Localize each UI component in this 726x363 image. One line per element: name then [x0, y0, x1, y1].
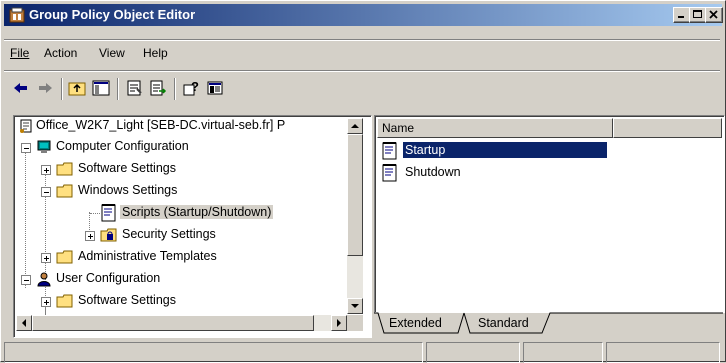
toolbar-separator: [61, 78, 63, 100]
tree-item-user-software-settings[interactable]: Software Settings: [14, 291, 344, 311]
tree-item-label: Computer Configuration: [56, 139, 189, 153]
toolbar-separator: [117, 78, 119, 100]
column-header-empty[interactable]: [613, 118, 722, 138]
scroll-thumb[interactable]: [347, 134, 363, 256]
policy-scroll-icon: [20, 119, 32, 133]
tree-item-label: Windows Settings: [78, 183, 178, 197]
status-cell-3: [523, 342, 603, 363]
minimize-icon: [678, 16, 684, 18]
gpo-app-icon: [9, 7, 25, 23]
expand-icon[interactable]: [41, 253, 51, 263]
folder-icon: [56, 294, 73, 308]
list-item-shutdown[interactable]: Shutdown: [379, 163, 609, 183]
close-button[interactable]: [705, 7, 723, 23]
up-folder-icon[interactable]: [68, 79, 86, 97]
tree-item-security-settings[interactable]: Security Settings: [14, 225, 344, 245]
menu-file-label: File: [10, 46, 30, 60]
maximize-icon: [693, 10, 702, 18]
tree-item-label: Administrative Templates: [78, 249, 217, 263]
menu-help[interactable]: Help: [143, 46, 168, 60]
tree-item-user-configuration[interactable]: User Configuration: [14, 269, 344, 289]
menu-separator-top: [4, 39, 720, 41]
tree-item-windows-settings[interactable]: Windows Settings: [14, 181, 344, 201]
open-folder-icon: [56, 184, 73, 198]
tree-horizontal-scrollbar[interactable]: [16, 315, 347, 331]
title-bar[interactable]: Group Policy Object Editor: [4, 4, 723, 26]
view-tabs: Extended Standard: [374, 312, 723, 336]
tree-item-scripts[interactable]: Scripts (Startup/Shutdown): [14, 203, 344, 223]
status-cell-main: [4, 342, 423, 363]
menu-view[interactable]: View: [99, 46, 125, 60]
tree-item-label: Security Settings: [122, 227, 216, 241]
status-cell-2: [426, 342, 520, 363]
window-title: Group Policy Object Editor: [29, 7, 196, 22]
svg-text:?: ?: [191, 79, 199, 94]
menu-action[interactable]: Action: [44, 46, 77, 60]
forward-arrow-icon[interactable]: [36, 79, 54, 97]
folder-icon: [56, 162, 73, 176]
gpo-editor-window: Group Policy Object Editor File Action V…: [0, 0, 726, 363]
tree-vertical-scrollbar[interactable]: [347, 118, 363, 314]
security-folder-icon: [100, 228, 117, 242]
tree-item-label: Scripts (Startup/Shutdown): [120, 205, 274, 219]
collapse-icon[interactable]: [41, 187, 51, 197]
show-hide-console-icon[interactable]: [206, 79, 224, 97]
script-icon: [382, 142, 397, 160]
tree-item-computer-configuration[interactable]: Computer Configuration: [14, 137, 344, 157]
arrow-right-icon: [337, 319, 341, 327]
user-icon: [37, 272, 51, 287]
column-header-name[interactable]: Name: [377, 118, 613, 138]
arrow-up-icon: [351, 124, 359, 128]
properties-icon[interactable]: [125, 79, 143, 97]
back-arrow-icon[interactable]: [12, 79, 30, 97]
script-icon: [382, 164, 397, 182]
scroll-right-button[interactable]: [331, 315, 347, 331]
toolbar: ?: [4, 75, 722, 105]
scroll-corner: [347, 315, 363, 331]
expand-icon[interactable]: [85, 231, 95, 241]
export-list-icon[interactable]: [149, 79, 167, 97]
tree-item-root[interactable]: Office_W2K7_Light [SEB-DC.virtual-seb.fr…: [14, 116, 344, 136]
scroll-left-button[interactable]: [16, 315, 32, 331]
arrow-left-icon: [22, 319, 26, 327]
scroll-down-button[interactable]: [347, 298, 363, 314]
expand-icon[interactable]: [41, 165, 51, 175]
collapse-icon[interactable]: [21, 275, 31, 285]
tree-item-software-settings[interactable]: Software Settings: [14, 159, 344, 179]
list-item-startup[interactable]: Startup: [379, 141, 609, 161]
close-icon: [709, 10, 718, 19]
column-header-label: Name: [382, 121, 415, 135]
folder-icon: [56, 250, 73, 264]
show-hide-tree-icon[interactable]: [92, 79, 110, 97]
tree-item-label: Software Settings: [78, 293, 176, 307]
tree-item-administrative-templates[interactable]: Administrative Templates: [14, 247, 344, 267]
tree-line: [90, 213, 100, 214]
tree-item-label: Office_W2K7_Light [SEB-DC.virtual-seb.fr…: [36, 118, 286, 132]
menu-file[interactable]: File: [10, 46, 29, 60]
collapse-icon[interactable]: [21, 143, 31, 153]
details-pane[interactable]: Name Startup Shutdown: [374, 115, 725, 313]
hscroll-thumb[interactable]: [32, 315, 314, 331]
computer-icon: [37, 140, 51, 153]
help-icon[interactable]: ?: [182, 79, 200, 97]
toolbar-separator: [174, 78, 176, 100]
script-icon: [101, 204, 116, 222]
menu-bar: File Action View Help: [4, 43, 722, 61]
scroll-up-button[interactable]: [347, 118, 363, 134]
arrow-down-icon: [351, 304, 359, 308]
list-item-label: Startup: [402, 141, 608, 159]
list-item-label: Shutdown: [405, 165, 461, 179]
status-bar: [4, 342, 722, 363]
tab-extended[interactable]: Extended: [389, 316, 442, 336]
expand-icon[interactable]: [41, 297, 51, 307]
tab-standard[interactable]: Standard: [478, 316, 529, 336]
toolbar-separator-top: [4, 70, 720, 72]
tree-item-label: User Configuration: [56, 271, 161, 285]
console-tree[interactable]: Office_W2K7_Light [SEB-DC.virtual-seb.fr…: [13, 115, 372, 338]
status-cell-4: [606, 342, 720, 363]
tree-item-label: Software Settings: [78, 161, 176, 175]
